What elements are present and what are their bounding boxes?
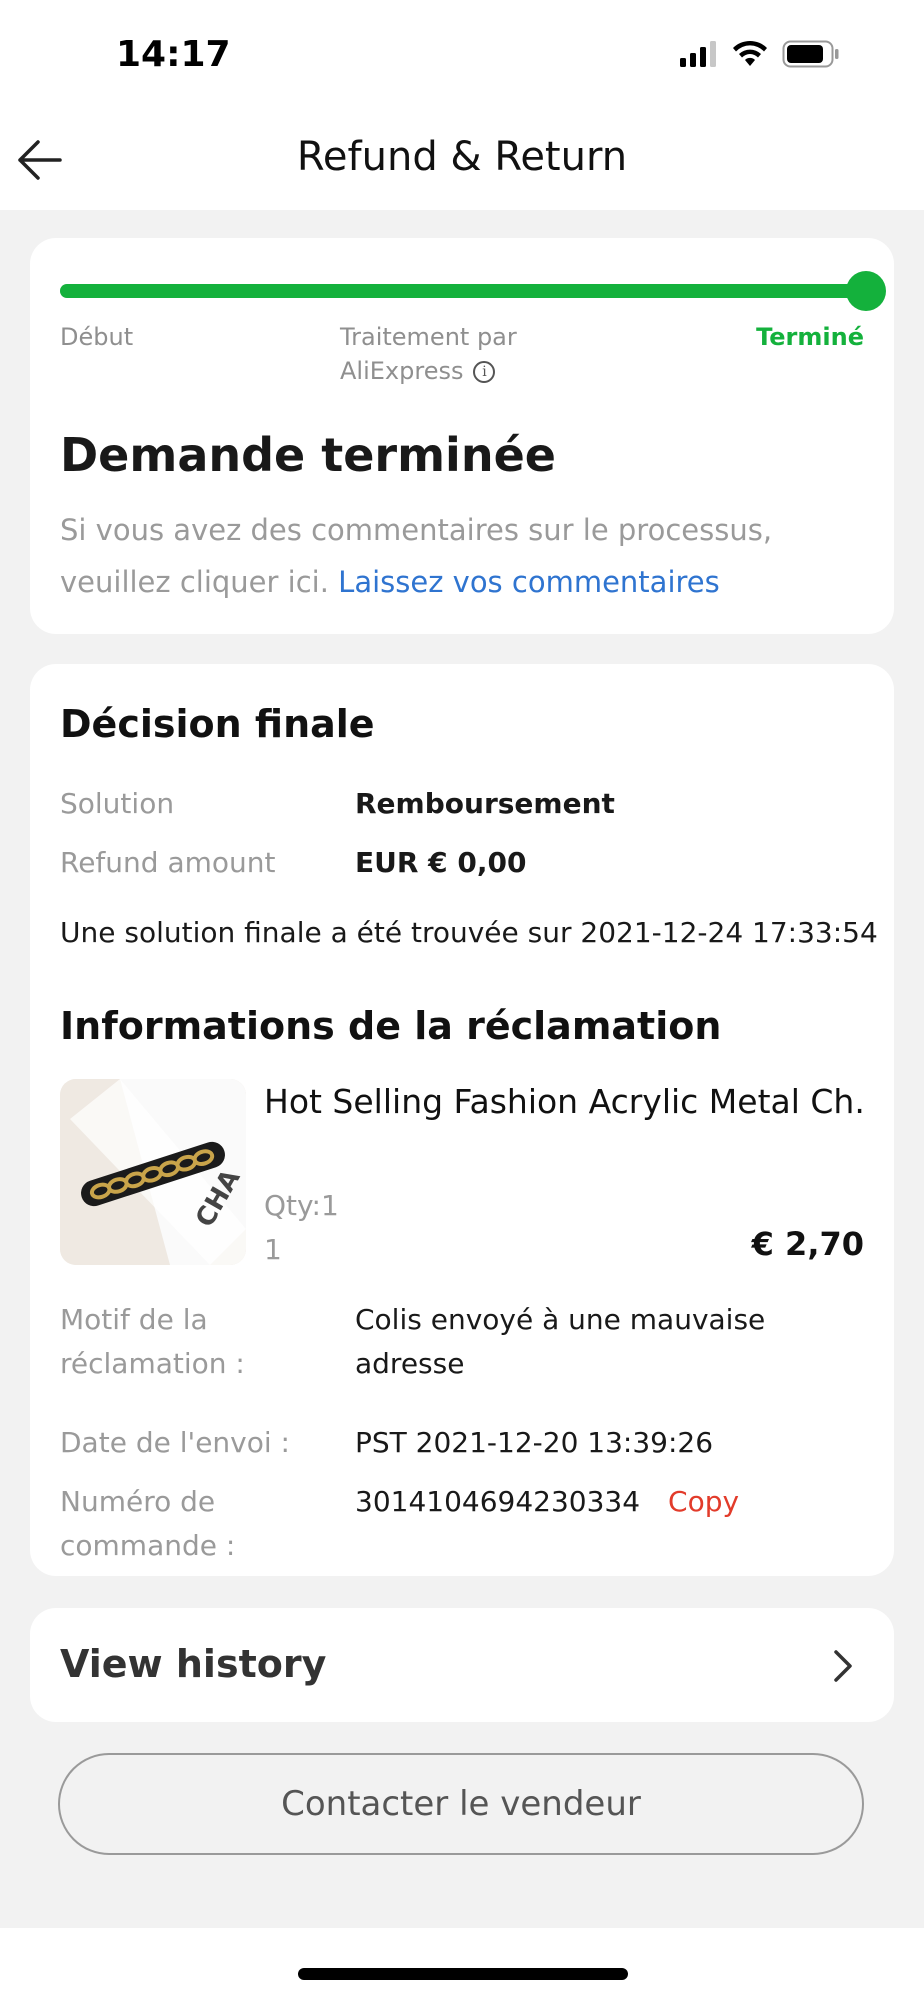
order-number-label-line2: commande : <box>60 1529 236 1562</box>
hair-clip-image: CHA <box>60 1079 246 1265</box>
step-processing-label: Traitement par <box>340 323 517 351</box>
progress-bar <box>60 284 860 298</box>
view-history-button[interactable]: View history <box>30 1608 894 1722</box>
claim-reason-value: Colis envoyé à une mauvaise adresse <box>355 1298 765 1386</box>
solution-label: Solution <box>60 787 175 820</box>
product-image[interactable]: CHA <box>60 1079 246 1265</box>
view-history-label: View history <box>60 1642 327 1686</box>
chevron-right-icon <box>834 1650 852 1682</box>
status-bar: 14:17 <box>0 0 924 110</box>
decision-title: Décision finale <box>60 702 375 746</box>
ship-date-label: Date de l'envoi : <box>60 1426 290 1459</box>
step-processing: Traitement par AliExpress i <box>340 320 517 388</box>
product-name[interactable]: Hot Selling Fashion Acrylic Metal Ch... <box>264 1082 864 1121</box>
progress-dot <box>846 271 886 311</box>
battery-icon <box>782 40 839 68</box>
claim-reason-value-line2: adresse <box>355 1347 465 1380</box>
claim-reason-label-line2: réclamation : <box>60 1347 245 1380</box>
progress-fill <box>60 284 860 298</box>
signal-icon <box>680 41 716 67</box>
order-number-label-line1: Numéro de <box>60 1485 216 1518</box>
status-card: Début Traitement par AliExpress i Terminé… <box>30 238 894 634</box>
footer-area <box>0 1928 924 2000</box>
status-description: Si vous avez des commentaires sur le pro… <box>60 504 870 608</box>
ship-date-value: PST 2021-12-20 13:39:26 <box>355 1426 714 1459</box>
step-start: Début <box>60 323 134 351</box>
home-indicator[interactable] <box>298 1968 628 1980</box>
claim-reason-value-line1: Colis envoyé à une mauvaise <box>355 1303 766 1336</box>
product-qty-value: 1 <box>264 1233 282 1266</box>
step-processing-label-2: AliExpress i <box>340 354 517 388</box>
wifi-icon <box>733 40 767 66</box>
product-price: € 2,70 <box>751 1225 864 1263</box>
refund-amount-value: EUR € 0,00 <box>355 846 527 879</box>
step-done: Terminé <box>756 323 864 351</box>
refund-amount-label: Refund amount <box>60 846 276 879</box>
solution-value: Remboursement <box>355 787 615 820</box>
copy-button[interactable]: Copy <box>668 1485 739 1518</box>
final-solution-note: Une solution finale a été trouvée sur 20… <box>60 916 878 949</box>
order-number-value: 3014104694230334 <box>355 1485 641 1518</box>
header: Refund & Return <box>0 110 924 210</box>
feedback-link[interactable]: Laissez vos commentaires <box>338 565 720 599</box>
order-number-label: Numéro de commande : <box>60 1480 235 1568</box>
info-icon[interactable]: i <box>473 361 496 383</box>
product-qty-label: Qty:1 <box>264 1189 339 1222</box>
claim-title: Informations de la réclamation <box>60 1004 722 1048</box>
status-title: Demande terminée <box>60 428 556 482</box>
claim-reason-label: Motif de la réclamation : <box>60 1298 245 1386</box>
status-icons <box>678 40 840 68</box>
claim-reason-label-line1: Motif de la <box>60 1303 208 1336</box>
decision-card: Décision finale Solution Remboursement R… <box>30 664 894 1576</box>
status-time: 14:17 <box>116 34 231 75</box>
page-title: Refund & Return <box>296 134 628 180</box>
order-number-row: 3014104694230334 Copy <box>355 1480 739 1524</box>
product-qty: Qty:1 1 <box>264 1184 339 1272</box>
contact-seller-button[interactable]: Contacter le vendeur <box>58 1753 864 1855</box>
